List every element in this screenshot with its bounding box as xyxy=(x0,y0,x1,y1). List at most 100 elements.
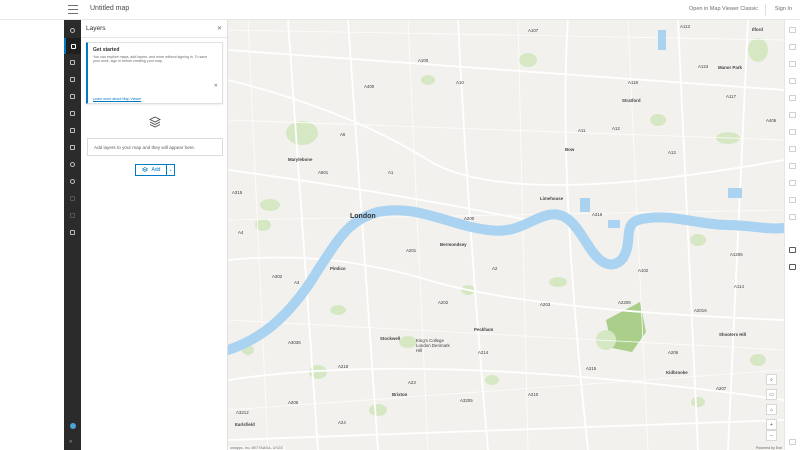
powered-by-esri[interactable]: Powered by Esri xyxy=(756,446,782,450)
area-label: Stratford xyxy=(622,98,641,103)
area-label: King's College London Denmark Hill xyxy=(416,338,450,353)
road-label: A10 xyxy=(456,80,464,85)
charts-icon[interactable] xyxy=(64,71,81,87)
road-label: A13 xyxy=(668,150,676,155)
expand-icon[interactable]: » xyxy=(69,439,72,445)
learn-more-link[interactable]: Learn more about Map Viewer xyxy=(93,97,141,101)
road-label: A113 xyxy=(680,24,690,29)
road-label: A107 xyxy=(528,28,539,33)
forms-icon[interactable] xyxy=(789,146,796,152)
road-label: A206 xyxy=(668,350,679,355)
road-label: A5 xyxy=(340,132,346,137)
area-label: Shooters Hill xyxy=(719,332,747,337)
list-icon[interactable] xyxy=(64,122,81,138)
layers-panel: Layers ✕ Get started You can explore map… xyxy=(81,20,228,450)
print-icon[interactable] xyxy=(64,224,81,240)
road-label: A102 xyxy=(638,268,649,273)
road-label: A207 xyxy=(716,386,727,391)
road-label: A218 xyxy=(338,364,349,369)
road-label: A200 xyxy=(464,216,475,221)
road-label: A11 xyxy=(578,128,586,133)
chevron-down-icon[interactable]: ⌄ xyxy=(166,164,175,176)
divider xyxy=(81,37,227,38)
road-label: A214 xyxy=(478,350,489,355)
popups-icon[interactable] xyxy=(789,95,796,101)
area-label: Manor Park xyxy=(718,65,742,70)
close-icon[interactable]: ✕ xyxy=(214,83,218,89)
map-attribution: onlapps, Inc, METI/NASA, USGS xyxy=(228,446,285,450)
settings-toolbar xyxy=(784,20,800,450)
menu-icon[interactable] xyxy=(68,5,78,14)
bookmark-icon[interactable]: ⌂ xyxy=(766,404,777,415)
layers-add-icon xyxy=(141,167,148,172)
road-label: A1206 xyxy=(730,252,743,257)
zoom-out-icon[interactable]: − xyxy=(766,430,777,441)
add-button-label: Add xyxy=(151,167,161,173)
search-icon[interactable] xyxy=(64,22,81,38)
clustering-icon[interactable] xyxy=(789,180,796,186)
basemap-icon[interactable] xyxy=(64,54,81,70)
effects-icon[interactable] xyxy=(789,78,796,84)
road-label: A2208 xyxy=(618,300,631,305)
styles-icon[interactable] xyxy=(789,44,796,50)
road-label: A3212 xyxy=(236,410,249,415)
road-label: A202 xyxy=(438,300,449,305)
sketch-icon[interactable] xyxy=(789,197,796,203)
user-icon[interactable] xyxy=(70,423,76,429)
road-label: A23 xyxy=(408,380,416,385)
primary-toolbar xyxy=(64,20,81,450)
bookmark-icon[interactable] xyxy=(64,139,81,155)
road-label: A2016 xyxy=(694,308,707,313)
road-label: A201 xyxy=(406,248,417,253)
road-label: A3 xyxy=(294,280,300,285)
empty-layers-message: Add layers to your map and they will app… xyxy=(87,138,223,156)
media-icon[interactable] xyxy=(64,156,81,172)
screen-icon[interactable]: ▭ xyxy=(766,389,777,400)
filter-icon[interactable] xyxy=(789,61,796,67)
road-label: A118 xyxy=(628,80,638,85)
area-label: Peckham xyxy=(474,327,494,332)
road-label: A3205 xyxy=(460,398,473,403)
map-view[interactable]: London Marylebone Pimlico Bermondsey Lim… xyxy=(228,20,784,450)
measure-icon[interactable] xyxy=(789,264,796,270)
fields-icon[interactable] xyxy=(789,112,796,118)
area-label: Limehouse xyxy=(540,196,564,201)
road-label: A117 xyxy=(726,94,736,99)
directions-icon[interactable] xyxy=(789,247,796,253)
road-label: A205 xyxy=(288,400,299,405)
location-icon[interactable] xyxy=(789,214,796,220)
road-label: A316 xyxy=(592,212,603,217)
zoom-in-icon[interactable]: + xyxy=(766,419,777,430)
city-label: London xyxy=(350,213,376,220)
notice-body: You can explore maps, add layers, and mo… xyxy=(93,55,208,64)
configure-icon[interactable] xyxy=(789,163,796,169)
expand-icon[interactable] xyxy=(789,439,796,445)
add-layer-button[interactable]: Add xyxy=(135,164,167,176)
area-label: Earlsfield xyxy=(235,422,255,427)
road-label: A1 xyxy=(388,170,394,175)
close-icon[interactable]: ✕ xyxy=(217,25,222,32)
road-label: A501 xyxy=(318,170,329,175)
road-label: A400 xyxy=(364,84,375,89)
app-header: Untitled map Open in Map Viewer Classic … xyxy=(0,0,800,20)
road-label: A315 xyxy=(232,190,243,195)
open-classic-link[interactable]: Open in Map Viewer Classic xyxy=(689,6,758,12)
area-label: Brixton xyxy=(392,392,408,397)
sign-in-button[interactable]: Sign In xyxy=(775,6,792,12)
map-title[interactable]: Untitled map xyxy=(90,5,129,12)
panel-title: Layers xyxy=(86,25,106,32)
legend-icon[interactable] xyxy=(64,105,81,121)
settings-icon[interactable] xyxy=(64,173,81,189)
road-label: A24 xyxy=(338,420,346,425)
table-icon[interactable] xyxy=(64,88,81,104)
road-label: A302 xyxy=(272,274,283,279)
road-label: A114 xyxy=(734,284,744,289)
sketch-icon[interactable] xyxy=(64,190,81,206)
search-icon[interactable]: ⌕ xyxy=(766,374,777,385)
properties-icon[interactable] xyxy=(789,27,796,33)
measure-icon[interactable] xyxy=(64,207,81,223)
labels-icon[interactable] xyxy=(789,129,796,135)
layers-icon[interactable] xyxy=(64,38,81,54)
notice-title: Get started xyxy=(93,47,120,53)
road-label: A215 xyxy=(586,366,597,371)
